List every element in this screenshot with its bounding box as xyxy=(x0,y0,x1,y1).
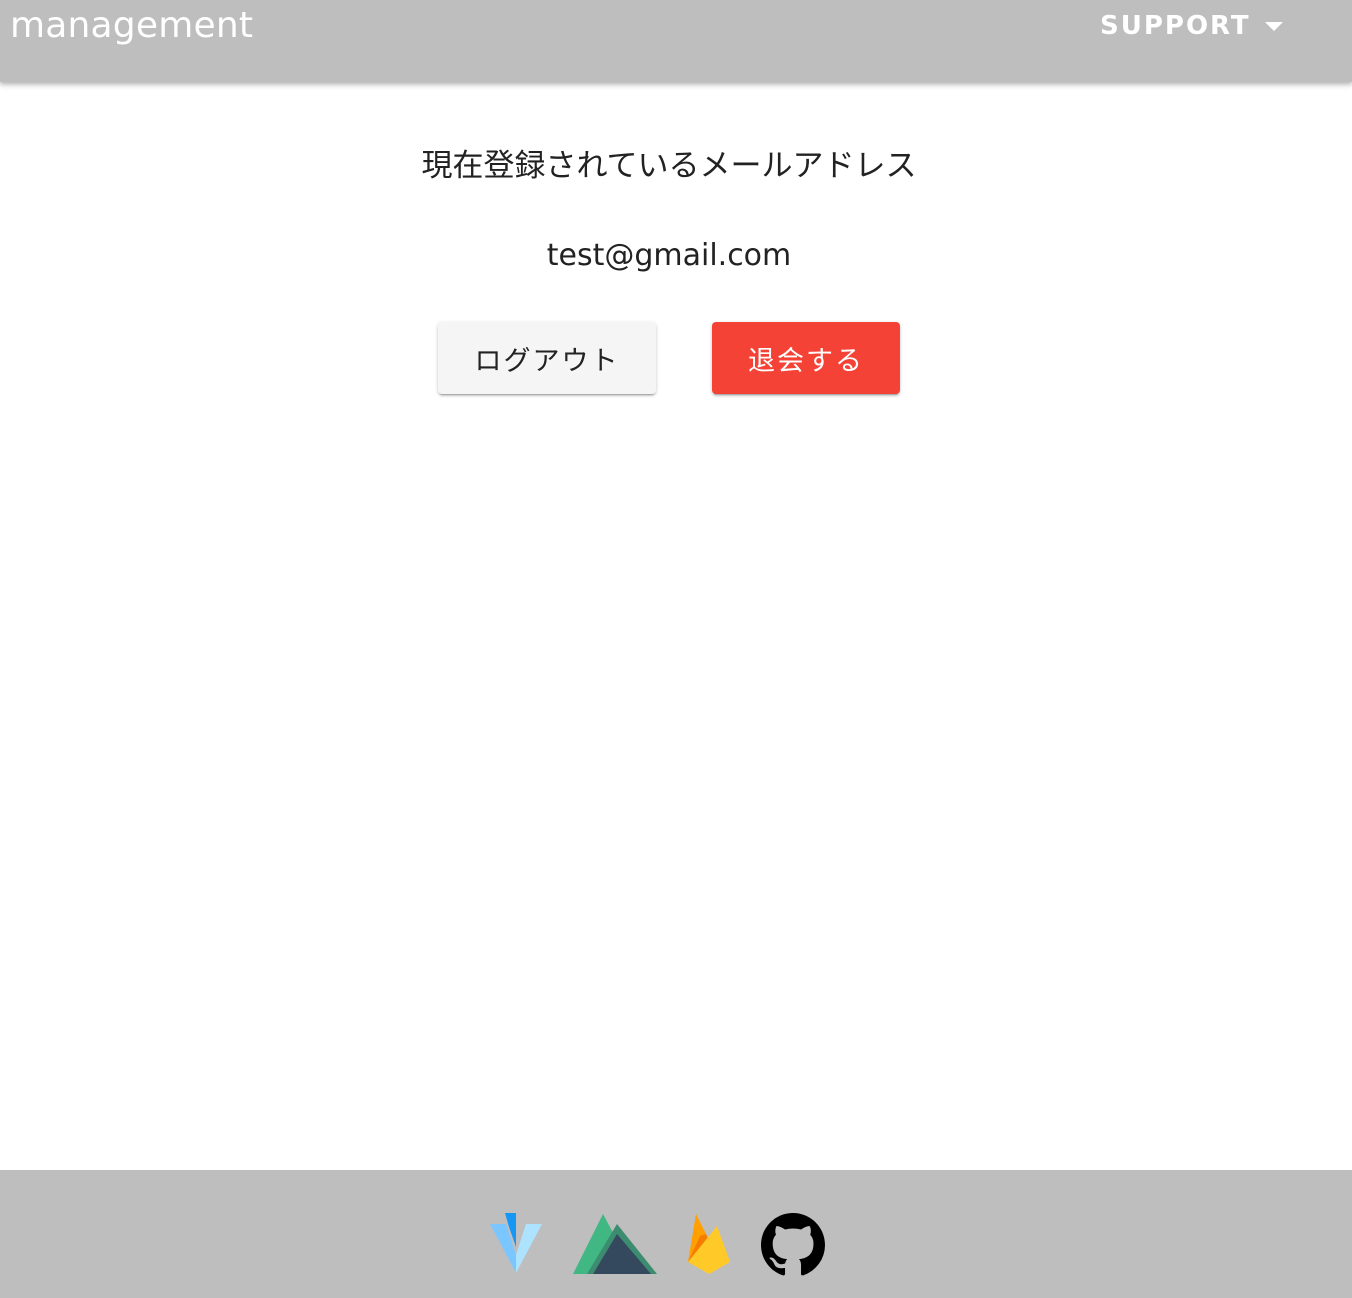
registered-email-value: test@gmail.com xyxy=(546,238,792,273)
main-content: 現在登録されているメールアドレス test@gmail.com ログアウト 退会… xyxy=(0,82,1352,1170)
logout-button[interactable]: ログアウト xyxy=(438,322,656,394)
logout-button-label: ログアウト xyxy=(474,345,620,377)
support-menu-button[interactable]: SUPPORT xyxy=(1100,4,1283,48)
footer xyxy=(0,1170,1352,1298)
registered-email-heading: 現在登録されているメールアドレス xyxy=(421,148,917,184)
nuxt-icon[interactable] xyxy=(573,1214,657,1274)
withdraw-button[interactable]: 退会する xyxy=(712,322,900,394)
app-title: management xyxy=(10,5,254,46)
app-bar: management SUPPORT xyxy=(0,0,1352,82)
caret-down-icon xyxy=(1264,21,1283,31)
page: management SUPPORT 現在登録されているメールアドレス test… xyxy=(0,0,1352,1298)
support-menu-label: SUPPORT xyxy=(1100,11,1251,41)
vuetify-icon[interactable] xyxy=(489,1213,543,1273)
withdraw-button-label: 退会する xyxy=(748,345,864,377)
firebase-icon[interactable] xyxy=(686,1214,732,1276)
github-icon[interactable] xyxy=(761,1213,825,1277)
